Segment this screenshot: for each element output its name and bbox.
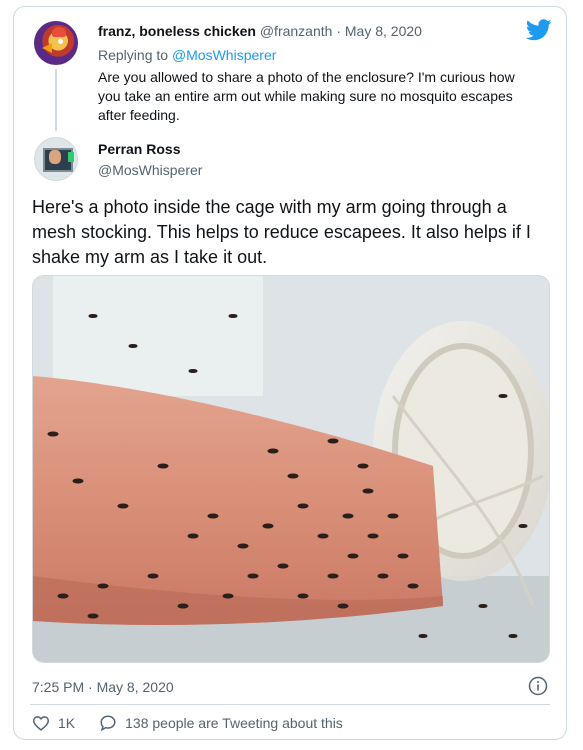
avatar-comb	[52, 27, 66, 37]
like-button[interactable]: 1K	[32, 715, 75, 731]
like-count: 1K	[58, 715, 76, 731]
embedded-tweet-card: franz, boneless chicken @franzanth · May…	[13, 6, 567, 740]
avatar-beak	[42, 43, 52, 53]
reply-author-handle[interactable]: @franzanth	[260, 23, 333, 39]
reply-author-name[interactable]: franz, boneless chicken	[98, 23, 256, 39]
tweet-actions: 1K 138 people are Tweeting about this	[32, 714, 367, 732]
tweet-time: 7:25 PM	[32, 679, 85, 695]
tweet-author-avatar[interactable]	[34, 137, 78, 181]
speech-bubble-icon	[100, 715, 116, 732]
replying-prefix: Replying to	[98, 47, 169, 63]
twitter-bird-icon[interactable]	[526, 19, 552, 41]
replying-to-line: Replying to @MosWhisperer	[98, 47, 276, 63]
tweet-timestamp[interactable]: 7:25 PM · May 8, 2020	[32, 679, 174, 695]
avatar-face	[49, 150, 61, 164]
info-icon[interactable]	[528, 676, 548, 696]
tweet-author-handle[interactable]: @MosWhisperer	[98, 162, 202, 178]
conversation-link[interactable]: 138 people are Tweeting about this	[99, 714, 343, 732]
conversation-text: 138 people are Tweeting about this	[125, 715, 343, 731]
tweet-text: Here's a photo inside the cage with my a…	[32, 197, 531, 267]
reply-date[interactable]: May 8, 2020	[345, 23, 422, 39]
avatar-accent	[68, 152, 74, 162]
thread-line	[55, 69, 57, 131]
reply-author-avatar[interactable]	[34, 21, 78, 65]
divider	[30, 704, 550, 705]
tweet-photo[interactable]	[32, 275, 550, 663]
reply-text: Are you allowed to share a photo of the …	[98, 69, 515, 123]
photo-illustration	[33, 276, 549, 662]
separator-dot: ·	[88, 679, 93, 695]
heart-icon	[32, 716, 50, 731]
avatar-eye	[58, 39, 63, 44]
replying-to-link[interactable]: @MosWhisperer	[172, 47, 276, 63]
reply-author-row: franz, boneless chicken @franzanth · May…	[98, 23, 422, 39]
tweet-author-name[interactable]: Perran Ross	[98, 141, 180, 157]
separator-dot: ·	[336, 23, 341, 39]
tweet-date: May 8, 2020	[96, 679, 174, 695]
